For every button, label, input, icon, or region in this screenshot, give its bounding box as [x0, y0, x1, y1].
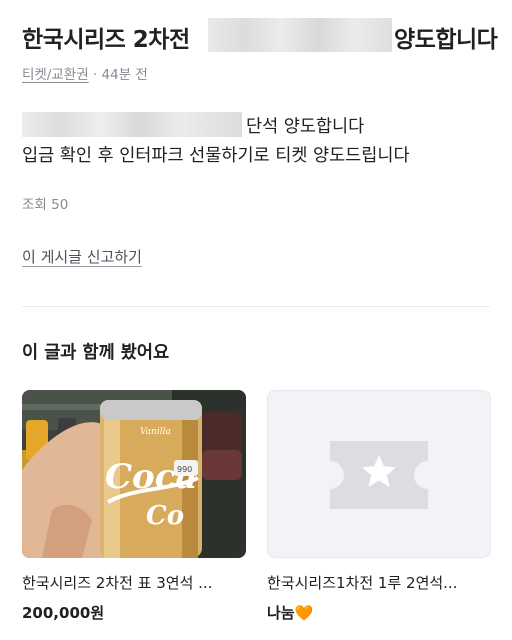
related-item-title[interactable]: 한국시리즈 2차전 표 3연석 ... [22, 572, 246, 593]
related-item-card[interactable]: 한국시리즈1차전 1루 2연석... 나눔🧡 [267, 390, 491, 622]
view-count: 조회 50 [22, 197, 69, 213]
blurred-title-segment [208, 18, 392, 52]
related-item-price: 나눔🧡 [267, 602, 313, 623]
related-section-title: 이 글과 함께 봤어요 [22, 343, 170, 363]
related-item-price: 200,000원 [22, 604, 105, 622]
svg-text:Co: Co [146, 501, 184, 531]
divider [22, 306, 490, 307]
svg-text:Vanilla: Vanilla [140, 427, 171, 437]
thumbnail-placeholder[interactable] [267, 390, 491, 558]
post-title-start: 한국시리즈 2차전 [22, 27, 190, 53]
related-item-title[interactable]: 한국시리즈1차전 1루 2연석... [267, 572, 491, 593]
related-item-card[interactable]: Vanilla Coca 990 Co 한국시리즈 2차전 표 3연석 ... … [22, 390, 246, 622]
post-body-line-1: 단석 양도합니다 [22, 112, 492, 138]
svg-text:990: 990 [177, 465, 192, 474]
post-title-end: 양도합니다 [394, 27, 498, 53]
report-post-link[interactable]: 이 게시글 신고하기 [22, 246, 142, 267]
category-link[interactable]: 티켓/교환권 [22, 67, 89, 83]
post-meta: 티켓/교환권 · 44분 전 [22, 63, 148, 83]
post-time: · 44분 전 [92, 67, 148, 83]
blurred-body-segment [22, 112, 242, 137]
orange-heart-icon: 🧡 [294, 604, 314, 622]
ticket-placeholder-icon [330, 441, 428, 509]
free-share-label: 나눔 [267, 604, 295, 622]
post-title: 한국시리즈 2차전 양도합니다 [22, 18, 498, 54]
post-body-line-2: 입금 확인 후 인터파크 선물하기로 티켓 양도드립니다 [22, 146, 410, 166]
post-body-line-1-text: 단석 양도합니다 [246, 117, 365, 137]
vanilla-coke-photo[interactable]: Vanilla Coca 990 Co [22, 390, 246, 558]
